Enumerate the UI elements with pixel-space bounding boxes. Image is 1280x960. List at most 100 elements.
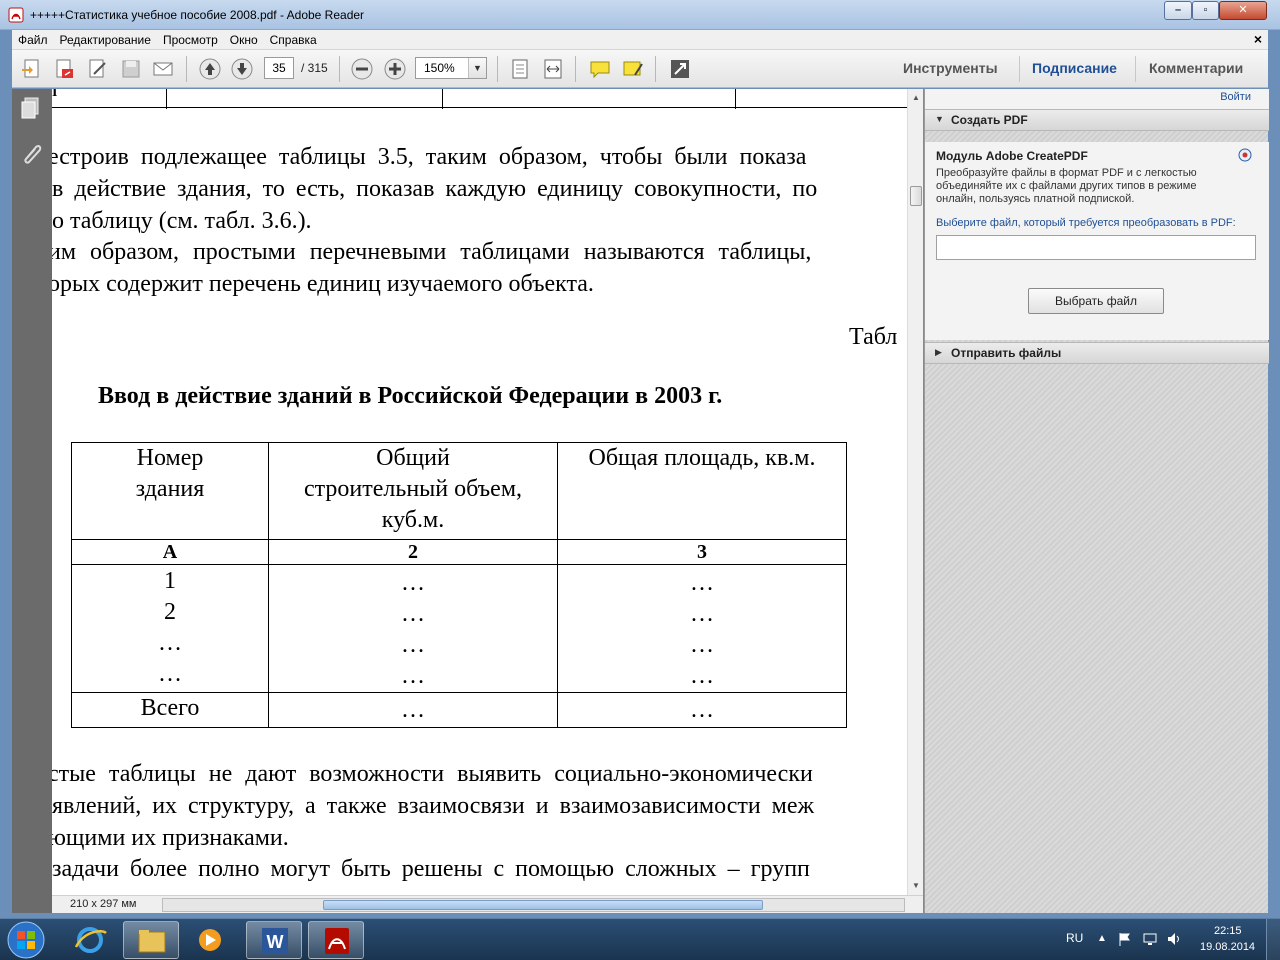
create-pdf-icon[interactable]	[20, 57, 44, 81]
create-pdf-header[interactable]: ▼ Создать PDF	[925, 109, 1269, 131]
edit-document-icon[interactable]	[86, 57, 110, 81]
paragraph-line: стые таблицы не дают возможности выявить…	[52, 761, 813, 787]
comment-icon[interactable]	[588, 57, 612, 81]
menu-bar: Файл Редактирование Просмотр Окно Справк…	[12, 30, 1268, 50]
table-cell: …	[557, 692, 847, 728]
table-border-fragment	[735, 89, 736, 109]
chevron-down-icon[interactable]: ▼	[468, 58, 486, 78]
volume-icon[interactable]	[1166, 931, 1182, 947]
vertical-scrollbar[interactable]: ▲ ▼	[907, 89, 923, 895]
table-header-cell: Общая площадь, кв.м.	[557, 442, 847, 540]
page-thumbnails-icon[interactable]	[18, 95, 44, 121]
toolbar-separator	[339, 56, 340, 82]
maximize-icon: ▫	[1203, 4, 1208, 16]
full-screen-icon[interactable]	[668, 57, 692, 81]
attachments-icon[interactable]	[18, 139, 44, 165]
scroll-thumb[interactable]	[910, 186, 922, 206]
internet-explorer-icon[interactable]	[62, 921, 118, 959]
media-player-icon[interactable]	[182, 921, 238, 959]
header-text: Общая площадь, кв.м.	[588, 445, 816, 471]
horizontal-scroll-thumb[interactable]	[323, 900, 763, 910]
minimize-button[interactable]: –	[1164, 1, 1192, 20]
paragraph-line: о таблицу (см. табл. 3.6.).	[52, 208, 312, 234]
paragraph-line: орых содержит перечень единиц изучаемого…	[52, 271, 594, 297]
header-text: куб.м.	[381, 507, 445, 533]
adobe-reader-task[interactable]	[308, 921, 364, 959]
select-file-button[interactable]: Выбрать файл	[1028, 288, 1164, 314]
module-description: Преобразуйте файлы в формат PDF и с легк…	[936, 167, 1197, 205]
create-pdf-panel: Модуль Adobe CreatePDF Преобразуйте файл…	[925, 142, 1269, 340]
minimize-icon: –	[1174, 4, 1182, 16]
document-view[interactable]: I естроив подлежащее таблицы 3.5, таким …	[52, 89, 907, 895]
scroll-down-icon[interactable]: ▼	[912, 881, 920, 890]
highlight-icon[interactable]	[621, 57, 645, 81]
window-title: +++++Статистика учебное пособие 2008.pdf…	[30, 8, 365, 22]
show-desktop-button[interactable]	[1266, 919, 1280, 960]
tab-comments[interactable]: Комментарии	[1149, 60, 1243, 76]
send-files-title: Отправить файлы	[951, 346, 1062, 360]
close-icon: ✕	[1238, 4, 1248, 16]
cell-value: …	[690, 663, 714, 689]
table-cell: …	[268, 692, 558, 728]
clock-date[interactable]: 19.08.2014	[1200, 941, 1255, 953]
scroll-up-icon[interactable]: ▲	[912, 93, 920, 102]
navigation-pane	[12, 89, 52, 913]
tools-pane: Войти ▼ Создать PDF Модуль Adobe CreateP…	[924, 89, 1269, 913]
table-index-row: А 2 3	[71, 539, 847, 565]
fit-width-icon[interactable]	[541, 57, 565, 81]
zoom-select[interactable]: 150% ▼	[415, 57, 487, 79]
send-files-header[interactable]: ▶ Отправить файлы	[925, 342, 1269, 364]
tab-sign[interactable]: Подписание	[1032, 60, 1117, 76]
maximize-button[interactable]: ▫	[1192, 1, 1219, 20]
toolbar-separator	[575, 56, 576, 82]
page-size-label: 210 x 297 мм	[70, 898, 137, 910]
network-icon[interactable]	[1142, 931, 1158, 947]
title-bar: +++++Статистика учебное пособие 2008.pdf…	[0, 0, 1280, 30]
menu-window[interactable]: Окно	[224, 30, 264, 48]
data-table: Номер здания Общий строительный объем, к…	[71, 442, 847, 728]
zoom-out-icon[interactable]	[350, 57, 374, 81]
previous-page-icon[interactable]	[198, 57, 222, 81]
action-center-flag-icon[interactable]	[1117, 931, 1133, 947]
text-fragment: I	[52, 89, 58, 100]
zoom-in-icon[interactable]	[383, 57, 407, 81]
horizontal-scrollbar[interactable]	[162, 898, 905, 912]
menu-file[interactable]: Файл	[12, 30, 54, 48]
windows-start-icon[interactable]	[4, 920, 48, 960]
tab-tools[interactable]: Инструменты	[903, 60, 998, 76]
page-number-input[interactable]: 35	[264, 57, 294, 79]
signin-bar: Войти	[925, 89, 1269, 110]
file-explorer-task[interactable]	[123, 921, 179, 959]
language-indicator[interactable]: RU	[1066, 931, 1083, 945]
table-cell: 1 2 … …	[71, 564, 269, 693]
menu-edit[interactable]: Редактирование	[54, 30, 157, 48]
combine-files-icon[interactable]	[53, 57, 77, 81]
cell-value: …	[401, 663, 425, 689]
menu-view[interactable]: Просмотр	[157, 30, 224, 48]
save-icon[interactable]	[119, 57, 143, 81]
close-button[interactable]: ✕	[1219, 1, 1267, 20]
email-icon[interactable]	[151, 57, 175, 81]
next-page-icon[interactable]	[230, 57, 254, 81]
table-row: 1 2 … … … … … … … … … …	[71, 564, 847, 693]
show-hidden-icons-icon[interactable]: ▲	[1097, 933, 1107, 944]
cell-value: …	[158, 661, 182, 687]
table-cell: Всего	[71, 692, 269, 728]
close-document-button[interactable]: ×	[1254, 32, 1262, 46]
table-header-cell: Общий строительный объем, куб.м.	[268, 442, 558, 540]
cell-value: …	[401, 570, 425, 596]
file-input[interactable]	[936, 235, 1256, 260]
table-label: Табл	[849, 324, 898, 350]
paragraph-line: в действие здания, то есть, показав кажд…	[52, 176, 818, 202]
help-icon[interactable]	[1237, 147, 1253, 163]
table-border-fragment	[442, 89, 443, 109]
cell-value: …	[158, 630, 182, 656]
tab-separator	[1019, 56, 1020, 82]
taskbar: W RU ▲ 22:15 19.08.2014	[0, 918, 1280, 960]
fit-page-icon[interactable]	[508, 57, 532, 81]
clock-time[interactable]: 22:15	[1214, 925, 1242, 937]
menu-help[interactable]: Справка	[264, 30, 323, 48]
word-task[interactable]: W	[246, 921, 302, 959]
create-pdf-title: Создать PDF	[951, 113, 1028, 127]
sign-in-link[interactable]: Войти	[1220, 91, 1251, 103]
